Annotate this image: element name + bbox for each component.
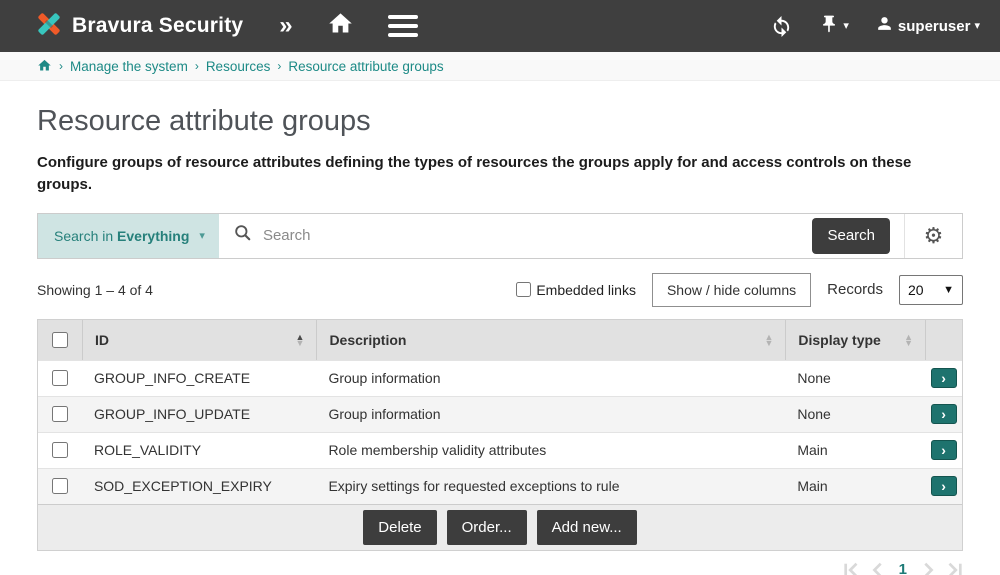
search-button[interactable]: Search [812, 217, 890, 254]
row-checkbox[interactable] [51, 370, 68, 386]
embedded-links-toggle[interactable]: Embedded links [516, 282, 636, 298]
row-checkbox[interactable] [51, 406, 68, 422]
pushpin-icon [819, 14, 839, 39]
open-row-button[interactable]: › [930, 440, 957, 460]
first-page-icon[interactable] [843, 561, 861, 575]
last-page-icon[interactable] [945, 561, 963, 575]
cell-description: Role membership validity attributes [328, 442, 547, 458]
home-icon[interactable] [327, 10, 354, 42]
pagination: 1 [37, 561, 963, 575]
bravura-logo-icon [34, 9, 64, 44]
table-header-row: ID ▲ ▼ Description ▲ ▼ Display type ▲ ▼ [38, 319, 962, 360]
search-input[interactable] [262, 227, 803, 244]
breadcrumb-link-manage-system[interactable]: Manage the system [70, 59, 188, 74]
showing-count-label: Showing 1 – 4 of 4 [37, 281, 153, 298]
row-checkbox[interactable] [51, 478, 68, 494]
records-per-page-select[interactable]: 20 ▼ [899, 274, 963, 305]
brand-name: Bravura Security [72, 14, 244, 37]
current-page-number[interactable]: 1 [899, 561, 907, 575]
sort-icon: ▲ ▼ [904, 331, 914, 348]
cell-display-type: None [797, 370, 831, 386]
table-row: GROUP_INFO_CREATE Group information None… [38, 359, 962, 396]
embedded-links-checkbox[interactable] [516, 282, 532, 297]
resource-attribute-groups-table: ID ▲ ▼ Description ▲ ▼ Display type ▲ ▼ GRO… [37, 318, 963, 551]
menu-hamburger-icon[interactable] [387, 15, 418, 37]
open-row-button[interactable]: › [930, 368, 957, 388]
cell-description: Group information [328, 370, 441, 386]
table-row: SOD_EXCEPTION_EXPIRY Expiry settings for… [38, 467, 962, 504]
cell-description: Expiry settings for requested exceptions… [328, 478, 620, 494]
breadcrumb-link-resources[interactable]: Resources [206, 59, 271, 74]
search-scope-prefix: Search in [54, 227, 114, 244]
refresh-icon[interactable] [770, 15, 793, 38]
table-row: GROUP_INFO_UPDATE Group information None… [38, 395, 962, 432]
cell-id: ROLE_VALIDITY [93, 442, 202, 458]
search-bar: Search in Everything ▾ Search ⚙ [37, 212, 963, 259]
add-new-button[interactable]: Add new... [536, 509, 637, 545]
search-scope-dropdown[interactable]: Search in Everything ▾ [38, 213, 219, 258]
page-title: Resource attribute groups [37, 105, 371, 137]
cell-display-type: Main [797, 478, 828, 494]
previous-page-icon[interactable] [869, 561, 887, 575]
embedded-links-label: Embedded links [536, 281, 636, 298]
row-checkbox[interactable] [51, 442, 68, 458]
brand-logo[interactable]: Bravura Security [34, 9, 243, 44]
top-navbar: Bravura Security » ▾ superuser ▾ [0, 0, 1000, 52]
username-label: superuser [897, 17, 971, 35]
gear-icon: ⚙ [923, 222, 944, 248]
chevron-down-icon: ▼ [943, 283, 954, 296]
table-controls: Showing 1 – 4 of 4 Embedded links Show /… [37, 272, 963, 307]
breadcrumb-separator: › [277, 59, 282, 73]
user-menu[interactable]: superuser ▾ [875, 14, 980, 38]
records-label: Records [827, 281, 883, 298]
breadcrumb-separator: › [59, 59, 63, 73]
sort-icon: ▲ ▼ [764, 331, 774, 348]
breadcrumb-link-resource-attribute-groups[interactable]: Resource attribute groups [288, 59, 443, 74]
open-row-button[interactable]: › [930, 404, 957, 424]
cell-id: GROUP_INFO_UPDATE [93, 406, 251, 422]
delete-button[interactable]: Delete [363, 509, 437, 545]
breadcrumb: › Manage the system › Resources › Resour… [0, 52, 1000, 81]
order-button[interactable]: Order... [446, 509, 527, 545]
column-header-display-type[interactable]: Display type ▲ ▼ [785, 319, 925, 360]
sort-icon: ▲ ▼ [295, 331, 305, 348]
collapse-menu-icon[interactable]: » [279, 14, 292, 38]
user-icon [875, 14, 894, 38]
table-footer: Delete Order... Add new... [38, 503, 962, 550]
search-settings[interactable]: ⚙ [904, 213, 962, 258]
cell-description: Group information [328, 406, 441, 422]
cell-display-type: None [797, 406, 831, 422]
search-icon [233, 223, 253, 248]
chevron-down-icon: ▾ [199, 230, 205, 242]
column-header-id[interactable]: ID ▲ ▼ [81, 319, 316, 360]
pin-menu[interactable]: ▾ [819, 14, 849, 39]
records-value: 20 [908, 281, 924, 298]
breadcrumb-separator: › [194, 59, 199, 73]
search-scope-value: Everything [117, 227, 190, 244]
breadcrumb-home-icon[interactable] [37, 58, 52, 74]
cell-display-type: Main [797, 442, 828, 458]
open-row-button[interactable]: › [930, 476, 957, 496]
chevron-down-icon: ▾ [843, 19, 849, 32]
cell-id: SOD_EXCEPTION_EXPIRY [93, 478, 272, 494]
select-all-checkbox[interactable] [51, 331, 68, 348]
next-page-icon[interactable] [919, 561, 937, 575]
show-hide-columns-button[interactable]: Show / hide columns [651, 272, 812, 307]
chevron-down-icon: ▾ [974, 19, 980, 32]
column-header-description[interactable]: Description ▲ ▼ [316, 319, 785, 360]
table-row: ROLE_VALIDITY Role membership validity a… [38, 431, 962, 468]
cell-id: GROUP_INFO_CREATE [93, 370, 251, 386]
page-description: Configure groups of resource attributes … [37, 154, 912, 193]
